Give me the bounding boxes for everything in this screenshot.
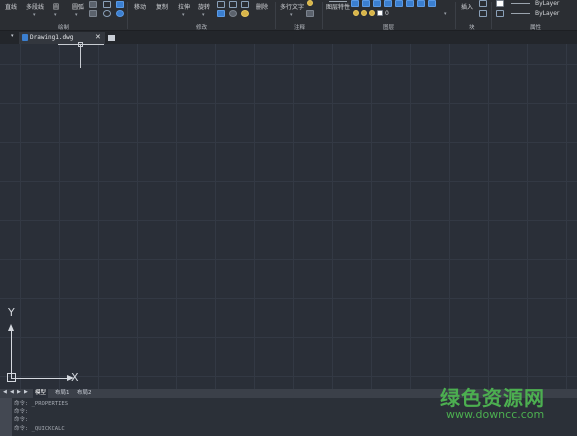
group-divider: [127, 2, 128, 29]
arc-dropdown-icon[interactable]: ▾: [75, 12, 78, 18]
layer-walk-icon[interactable]: [417, 0, 425, 7]
layer-previous-icon[interactable]: [406, 0, 414, 7]
edit-block-icon[interactable]: [479, 10, 487, 17]
command-history-line: 命令:: [14, 409, 29, 415]
current-layer-dropdown[interactable]: 0: [385, 10, 389, 17]
insert-button[interactable]: 插入: [461, 4, 473, 11]
move-button[interactable]: 移动: [134, 4, 146, 11]
hatch-icon[interactable]: [89, 10, 97, 17]
first-tab-icon[interactable]: ◀: [3, 389, 7, 395]
circle-button[interactable]: 圆: [53, 4, 59, 11]
document-tab[interactable]: Drawing1.dwg ✕: [19, 32, 105, 44]
ucs-y-axis: [11, 326, 12, 378]
group-label-layer: 图层: [383, 25, 395, 31]
group-label-modify: 修改: [196, 25, 208, 31]
layer-color-icon: [377, 10, 383, 16]
group-label-annotation: 注释: [294, 25, 306, 31]
polyline-button[interactable]: 多段线: [26, 4, 44, 11]
ucs-x-axis: [11, 378, 69, 379]
layer-on-bulb-icon[interactable]: [353, 10, 359, 16]
command-history-line: 命令: _PROPERTIES: [14, 401, 69, 407]
stretch-button[interactable]: 拉伸: [178, 4, 190, 11]
layer-off-icon[interactable]: [362, 0, 370, 7]
linetype-preview: [511, 3, 530, 4]
layer-unlock-icon[interactable]: [369, 10, 375, 16]
ellipse-icon[interactable]: [103, 10, 111, 17]
ribbon-panel: 直线 多段线 ▾ 圆 ▾ 圆弧 ▾ 绘制 移动 复制 拉伸 ▾ 旋转 ▾ 删除 …: [0, 0, 577, 31]
group-divider: [491, 2, 492, 29]
linetype-icon[interactable]: [496, 10, 504, 17]
close-icon[interactable]: ✕: [95, 33, 101, 41]
mtext-dropdown-icon[interactable]: ▾: [290, 12, 293, 18]
mtext-button[interactable]: 多行文字: [280, 4, 304, 11]
stretch-dropdown-icon[interactable]: ▾: [182, 12, 185, 18]
copy-button[interactable]: 复制: [156, 4, 168, 11]
polyline-dropdown-icon[interactable]: ▾: [33, 12, 36, 18]
command-window-grip[interactable]: [0, 398, 12, 436]
table-icon[interactable]: [306, 10, 314, 17]
linetype-dropdown[interactable]: ByLayer: [535, 10, 559, 17]
region-icon[interactable]: [116, 1, 124, 8]
explode-icon[interactable]: [241, 10, 249, 17]
ucs-y-arrow-icon: [8, 324, 14, 331]
layer-properties-button[interactable]: 图层特性: [326, 4, 350, 11]
watermark-url: www.downcc.com: [446, 408, 545, 421]
tab-model[interactable]: 模型: [33, 389, 49, 398]
last-tab-icon[interactable]: ▶: [24, 389, 28, 395]
group-label-properties: 属性: [530, 25, 542, 31]
group-divider: [455, 2, 456, 29]
mirror-icon[interactable]: [217, 1, 225, 8]
tab-layout2[interactable]: 布局2: [75, 389, 94, 398]
layer-isolate-icon[interactable]: [351, 0, 359, 7]
donut-icon[interactable]: [116, 10, 124, 17]
spline-icon[interactable]: [103, 1, 111, 8]
layer-dropdown-icon[interactable]: ▾: [444, 11, 447, 17]
ucs-y-label: Y: [8, 306, 15, 319]
group-divider: [275, 2, 276, 29]
layer-lock-icon[interactable]: [384, 0, 392, 7]
document-menu-icon[interactable]: ▾: [11, 33, 14, 39]
fillet-icon[interactable]: [217, 10, 225, 17]
trim-icon[interactable]: [229, 1, 237, 8]
document-tab-name: Drawing1.dwg: [30, 34, 74, 41]
offset-icon[interactable]: [229, 10, 237, 17]
rotate-dropdown-icon[interactable]: ▾: [202, 12, 205, 18]
layer-line-icon: [329, 1, 347, 2]
crosshair-cursor-vertical: [80, 44, 81, 68]
command-history-line: 命令:: [14, 417, 29, 423]
circle-dropdown-icon[interactable]: ▾: [54, 12, 57, 18]
layer-match-icon[interactable]: [395, 0, 403, 7]
rotate-button[interactable]: 旋转: [198, 4, 210, 11]
create-block-icon[interactable]: [479, 0, 487, 7]
group-label-draw: 绘制: [58, 25, 70, 31]
prev-tab-icon[interactable]: ◀: [10, 389, 14, 395]
line-button[interactable]: 直线: [5, 4, 17, 11]
ucs-origin-icon: [7, 373, 16, 382]
watermark-title: 绿色资源网: [440, 386, 545, 410]
layer-sun-icon[interactable]: [361, 10, 367, 16]
dwg-file-icon: [22, 34, 28, 41]
command-history-line: 命令: _QUICKCALC: [14, 426, 65, 432]
color-dropdown[interactable]: ByLayer: [535, 0, 559, 7]
crosshair-pickbox: [78, 42, 83, 47]
layer-merge-icon[interactable]: [428, 0, 436, 7]
lineweight-preview: [511, 13, 530, 14]
array-icon[interactable]: [241, 1, 249, 8]
new-tab-icon[interactable]: [108, 35, 115, 41]
group-label-block: 块: [469, 25, 475, 31]
arc-button[interactable]: 圆弧: [72, 4, 84, 11]
drawing-canvas[interactable]: [0, 44, 577, 389]
ucs-x-label: X: [71, 371, 79, 384]
group-divider: [322, 2, 323, 29]
erase-button[interactable]: 删除: [256, 4, 268, 11]
next-tab-icon[interactable]: ▶: [17, 389, 21, 395]
layer-freeze-icon[interactable]: [373, 0, 381, 7]
tab-layout1[interactable]: 布局1: [53, 389, 72, 398]
mtext-icon: [307, 0, 313, 6]
color-swatch-icon[interactable]: [496, 0, 504, 7]
rectangle-icon[interactable]: [89, 1, 97, 8]
